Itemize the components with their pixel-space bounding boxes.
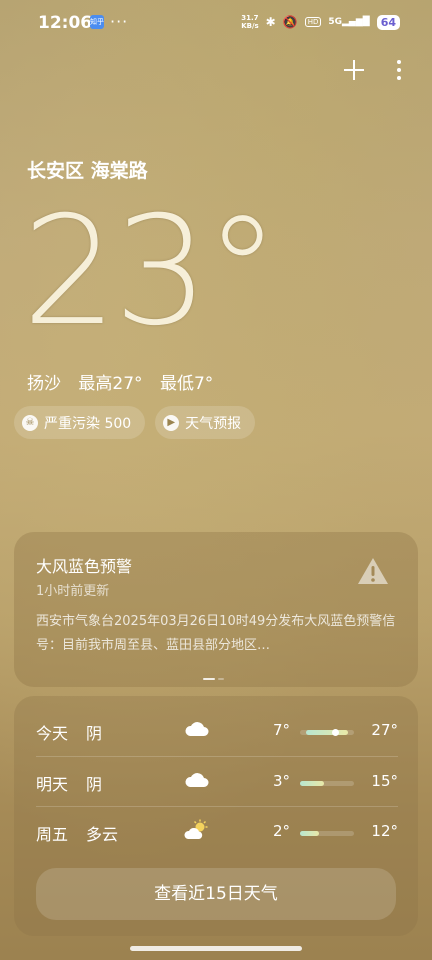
silent-icon: 🔕 xyxy=(282,15,298,29)
kebab-menu-icon xyxy=(397,59,401,80)
current-temperature: 23° xyxy=(22,185,280,359)
current-condition: 扬沙 xyxy=(27,374,61,394)
aqi-label: 严重污染 500 xyxy=(44,415,132,432)
aqi-chip[interactable]: ☠ 严重污染 500 xyxy=(14,406,146,439)
page-indicator xyxy=(218,678,224,680)
add-city-button[interactable] xyxy=(342,58,366,88)
temp-range-fill xyxy=(306,730,348,735)
cloud-icon xyxy=(185,773,209,787)
forecast-row[interactable]: 明天 阴 3° 15° xyxy=(36,757,398,807)
info-chips: ☠ 严重污染 500 ▶ 天气预报 xyxy=(14,406,256,439)
more-notifications-icon: ··· xyxy=(110,12,129,31)
forecast-day: 今天 xyxy=(36,724,69,743)
forecast-condition: 阴 xyxy=(86,724,103,743)
pollution-mask-icon: ☠ xyxy=(22,414,38,431)
forecast-video-chip[interactable]: ▶ 天气预报 xyxy=(155,406,256,439)
forecast-low: 7° xyxy=(272,721,290,739)
high-temp: 最高27° xyxy=(78,374,143,394)
warning-icon xyxy=(358,558,388,584)
temp-range-fill xyxy=(300,831,319,836)
temp-range-bar xyxy=(300,729,354,736)
alert-updated: 1小时前更新 xyxy=(36,584,110,599)
more-menu-button[interactable] xyxy=(396,59,402,88)
bluetooth-icon: ✱ xyxy=(265,15,276,29)
forecast-day: 明天 xyxy=(36,775,69,794)
forecast-condition: 阴 xyxy=(86,775,103,794)
status-bar: 12:06 知乎 ··· 31.7 KB/s ✱ 🔕 HD 5G▂▄▆█ 64 xyxy=(0,0,432,44)
temp-range-bar xyxy=(300,831,354,836)
alert-body: 西安市气象台2025年03月26日10时49分发布大风蓝色预警信号：目前我市周至… xyxy=(36,614,396,653)
top-actions xyxy=(342,58,402,88)
cloud-icon xyxy=(185,722,209,736)
forecast-row[interactable]: 周五 多云 2° 12° xyxy=(36,807,398,857)
forecast-day: 周五 xyxy=(36,825,69,844)
home-indicator[interactable] xyxy=(130,946,302,951)
temp-range-fill xyxy=(300,781,325,786)
forecast-condition: 多云 xyxy=(86,825,119,844)
temp-range-bar xyxy=(300,781,354,786)
forecast-low: 2° xyxy=(272,822,290,840)
battery-indicator: 64 xyxy=(376,14,400,30)
clock: 12:06 xyxy=(38,13,93,33)
weather-alert-card[interactable]: 大风蓝色预警 1小时前更新 西安市气象台2025年03月26日10时49分发布大… xyxy=(14,532,418,687)
forecast-low: 3° xyxy=(272,772,290,790)
hd-badge: HD xyxy=(304,17,322,27)
alert-title: 大风蓝色预警 xyxy=(36,557,133,576)
network-speed: 31.7 KB/s xyxy=(241,14,259,30)
forecast-high: 12° xyxy=(371,822,398,840)
weather-summary: 扬沙 最高27° 最低7° xyxy=(27,369,225,394)
zhihu-app-icon: 知乎 xyxy=(90,15,104,29)
forecast-high: 15° xyxy=(371,772,398,790)
plus-icon xyxy=(344,60,364,80)
location-title[interactable]: 长安区 海棠路 xyxy=(27,156,148,183)
play-icon: ▶ xyxy=(163,414,180,431)
status-icons: 31.7 KB/s ✱ 🔕 HD 5G▂▄▆█ 64 xyxy=(241,14,400,30)
view-15-day-button[interactable]: 查看近15日天气 xyxy=(36,868,396,920)
forecast-row[interactable]: 今天 阴 7° 27° xyxy=(36,706,398,756)
low-temp: 最低7° xyxy=(159,374,214,394)
page-indicator-active xyxy=(203,678,215,680)
forecast-high: 27° xyxy=(371,721,398,739)
signal-icon: 5G▂▄▆█ xyxy=(328,17,370,27)
partly-cloudy-icon xyxy=(184,819,208,839)
forecast-card: 今天 阴 7° 27° 明天 阴 3° 15° 周五 多云 2° 12° 查看近… xyxy=(14,696,418,936)
forecast-video-label: 天气预报 xyxy=(185,415,242,432)
